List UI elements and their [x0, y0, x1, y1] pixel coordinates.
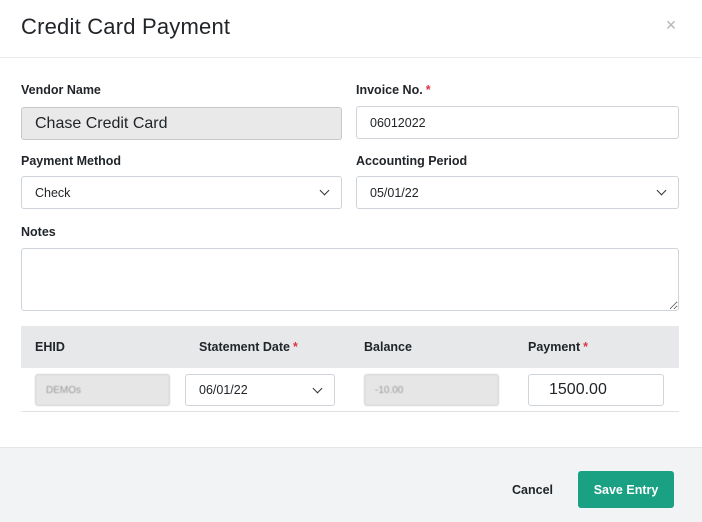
modal-title: Credit Card Payment — [21, 14, 231, 39]
chevron-down-icon — [319, 185, 330, 196]
close-icon[interactable]: × — [664, 16, 678, 34]
balance-field: -10.00 — [364, 374, 499, 406]
notes-label-text: Notes — [21, 225, 56, 239]
notes-label: Notes — [21, 225, 56, 239]
required-mark: * — [425, 83, 431, 97]
credit-card-payment-modal: Credit Card Payment × Vendor Name Chase … — [0, 0, 702, 522]
save-entry-button[interactable]: Save Entry — [578, 471, 674, 508]
column-header-payment: Payment * — [528, 340, 588, 354]
column-header-balance: Balance — [364, 340, 412, 354]
payment-method-label: Payment Method — [21, 154, 121, 168]
table-row: DEMOs 06/01/22 -10.00 1500.00 — [21, 368, 679, 412]
accounting-period-label-text: Accounting Period — [356, 154, 468, 168]
payment-header-text: Payment — [528, 340, 581, 354]
modal-header: Credit Card Payment × — [0, 0, 702, 58]
accounting-period-value: 05/01/22 — [370, 185, 419, 200]
invoice-no-label: Invoice No. * — [356, 83, 431, 97]
accounting-period-select[interactable]: 05/01/22 — [356, 176, 679, 209]
chevron-down-icon — [312, 383, 323, 394]
column-header-statement-date: Statement Date * — [199, 340, 298, 354]
required-mark: * — [583, 340, 588, 354]
accounting-period-label: Accounting Period — [356, 154, 467, 168]
payment-method-select[interactable]: Check — [21, 176, 342, 209]
notes-textarea[interactable] — [21, 248, 679, 311]
required-mark: * — [293, 340, 298, 354]
ehid-value: DEMOs — [46, 384, 81, 396]
balance-value: -10.00 — [375, 384, 404, 396]
statement-date-header-text: Statement Date — [199, 340, 290, 354]
payment-method-label-text: Payment Method — [21, 154, 122, 168]
payment-method-value: Check — [35, 185, 71, 200]
cancel-button[interactable]: Cancel — [512, 483, 553, 497]
invoice-no-label-text: Invoice No. — [356, 83, 423, 97]
vendor-name-label-text: Vendor Name — [21, 83, 101, 97]
invoice-no-input[interactable]: 06012022 — [356, 106, 679, 139]
ehid-field: DEMOs — [35, 374, 170, 406]
modal-footer: Cancel Save Entry — [0, 447, 702, 522]
vendor-name-field: Chase Credit Card — [21, 107, 342, 140]
payment-value: 1500.00 — [549, 381, 607, 398]
table-header: EHID Statement Date * Balance Payment * — [21, 326, 679, 368]
payment-input[interactable]: 1500.00 — [528, 374, 664, 406]
statement-date-value: 06/01/22 — [199, 383, 248, 397]
invoice-no-value: 06012022 — [370, 115, 426, 130]
column-header-ehid: EHID — [35, 340, 65, 354]
chevron-down-icon — [656, 185, 667, 196]
vendor-name-label: Vendor Name — [21, 83, 101, 97]
statement-date-select[interactable]: 06/01/22 — [185, 374, 335, 406]
vendor-name-value: Chase Credit Card — [35, 114, 168, 132]
